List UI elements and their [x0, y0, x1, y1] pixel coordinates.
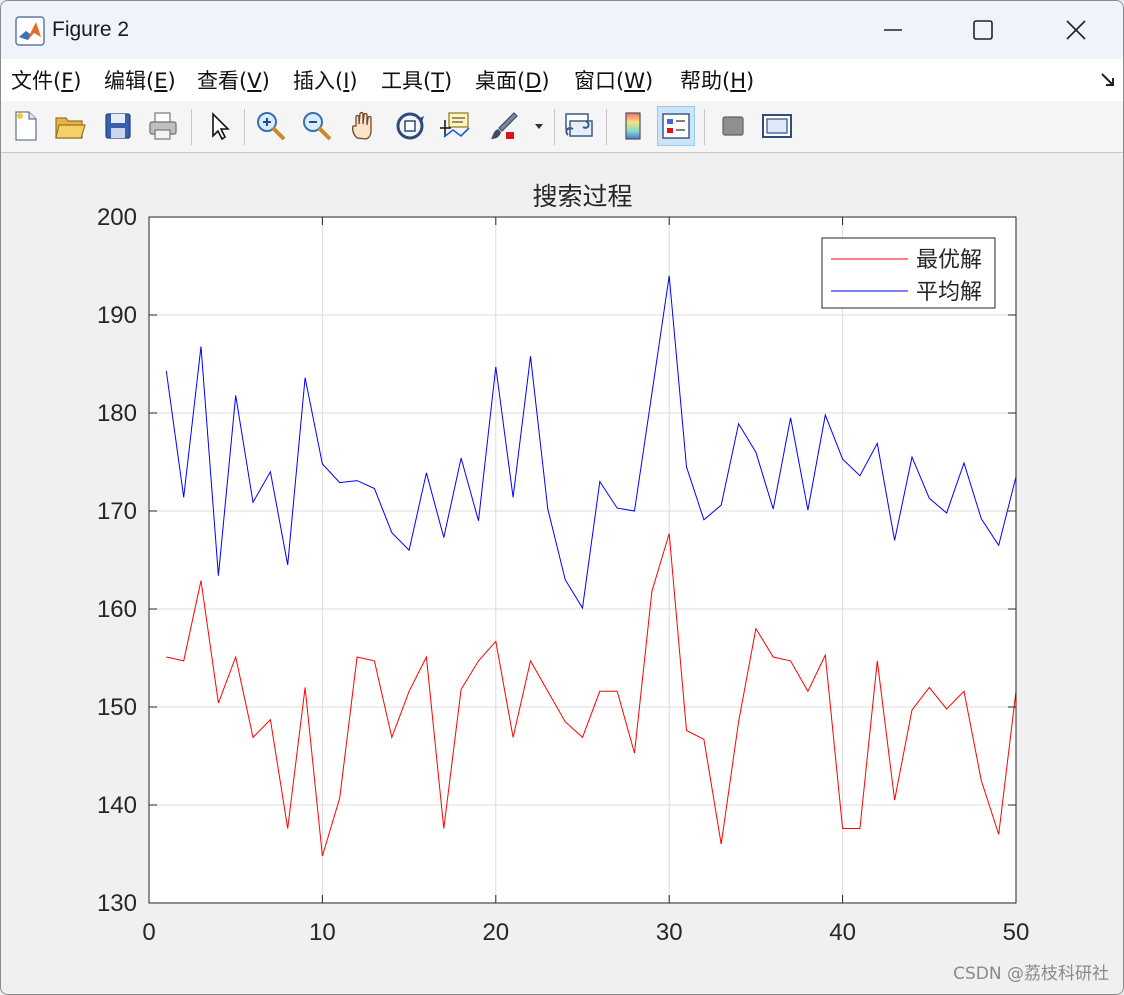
toolbar-separator — [554, 109, 555, 145]
data-cursor-icon — [440, 112, 470, 138]
title-bar[interactable]: Figure 2 — [1, 1, 1123, 59]
x-tick-label: 10 — [309, 919, 336, 946]
maximize-icon — [973, 20, 993, 40]
window-title: Figure 2 — [52, 18, 130, 41]
pan-hand-icon — [351, 111, 372, 140]
toolbar-separator — [191, 109, 192, 145]
grid-lines — [149, 217, 1016, 903]
edit-plot-button[interactable] — [201, 106, 239, 146]
brush-dropdown-button[interactable] — [529, 106, 549, 146]
new-figure-icon — [15, 111, 37, 141]
new-figure-button[interactable] — [7, 106, 45, 146]
colorbar-icon — [625, 112, 641, 140]
y-tick-label: 170 — [97, 498, 137, 525]
matlab-logo-icon — [15, 16, 45, 46]
rotate-3d-icon — [396, 112, 424, 140]
menu-tools[interactable]: 工具(T) — [381, 65, 452, 95]
zoom-in-icon — [257, 112, 286, 141]
print-icon — [149, 112, 177, 140]
y-tick-label: 150 — [97, 694, 137, 721]
axes-background — [149, 217, 1016, 903]
menu-window[interactable]: 窗口(W) — [574, 65, 653, 95]
menu-insert[interactable]: 插入(I) — [293, 65, 358, 95]
dock-figure-icon[interactable] — [1099, 71, 1117, 89]
maximize-button[interactable] — [938, 1, 1028, 59]
save-button[interactable] — [99, 106, 137, 146]
open-file-button[interactable] — [51, 106, 89, 146]
edit-plot-arrow-icon — [212, 112, 230, 141]
y-tick-label: 190 — [97, 302, 137, 329]
pan-button[interactable] — [345, 106, 383, 146]
chart-title: 搜索过程 — [532, 182, 632, 211]
legend-label: 平均解 — [916, 280, 982, 305]
brush-button[interactable] — [485, 106, 523, 146]
x-tick-label: 30 — [656, 919, 683, 946]
show-plot-tools-icon — [762, 114, 792, 138]
line-chart[interactable]: 0 10 20 30 40 50 130 140 150 160 170 180 190 200 搜索过程… — [1, 153, 1123, 994]
toolbar-separator — [704, 109, 705, 145]
menu-file[interactable]: 文件(F) — [11, 65, 82, 95]
legend-icon — [662, 113, 690, 139]
insert-legend-button[interactable] — [657, 106, 695, 146]
minimize-button[interactable] — [848, 1, 938, 59]
show-plot-tools-button[interactable] — [758, 106, 796, 146]
y-tick-label: 140 — [97, 792, 137, 819]
close-button[interactable] — [1031, 1, 1121, 59]
hide-plot-tools-button[interactable] — [714, 106, 752, 146]
menu-help[interactable]: 帮助(H) — [680, 65, 754, 95]
zoom-out-icon — [303, 112, 332, 141]
legend[interactable]: 最优解平均解 — [821, 237, 996, 309]
chevron-down-icon — [535, 124, 543, 129]
zoom-in-button[interactable] — [252, 106, 290, 146]
menu-view[interactable]: 查看(V) — [197, 65, 270, 95]
menu-desktop[interactable]: 桌面(D) — [475, 65, 550, 95]
minimize-icon — [884, 29, 902, 31]
link-plot-button[interactable] — [559, 106, 597, 146]
toolbar-separator — [244, 109, 245, 145]
y-tick-label: 130 — [97, 890, 137, 917]
link-plot-icon — [565, 113, 593, 137]
brush-icon — [491, 112, 518, 139]
hide-plot-tools-icon — [722, 116, 744, 136]
print-button[interactable] — [144, 106, 182, 146]
watermark: CSDN @荔枝科研社 — [953, 964, 1109, 984]
y-tick-label: 180 — [97, 400, 137, 427]
open-file-icon — [55, 117, 86, 139]
insert-colorbar-button[interactable] — [614, 106, 652, 146]
legend-label: 最优解 — [916, 248, 982, 273]
y-tick-label: 160 — [97, 596, 137, 623]
figure-window: Figure 2 文件(F) 编辑(E) 查看(V) 插入(I) 工具(T) 桌… — [0, 0, 1124, 995]
menu-edit[interactable]: 编辑(E) — [104, 65, 176, 95]
save-icon — [105, 113, 131, 139]
y-tick-label: 200 — [97, 204, 137, 231]
data-cursor-button[interactable] — [436, 106, 474, 146]
x-tick-label: 50 — [1003, 919, 1030, 946]
figure-canvas: 0 10 20 30 40 50 130 140 150 160 170 180 190 200 搜索过程… — [1, 153, 1123, 994]
close-icon — [1066, 20, 1086, 40]
zoom-out-button[interactable] — [298, 106, 336, 146]
rotate-3d-button[interactable] — [391, 106, 429, 146]
menu-bar: 文件(F) 编辑(E) 查看(V) 插入(I) 工具(T) 桌面(D) 窗口(W… — [1, 59, 1123, 102]
x-tick-label: 20 — [482, 919, 509, 946]
x-tick-label: 0 — [142, 919, 155, 946]
figure-toolbar — [1, 101, 1123, 153]
toolbar-separator — [606, 109, 607, 145]
x-tick-label: 40 — [829, 919, 856, 946]
